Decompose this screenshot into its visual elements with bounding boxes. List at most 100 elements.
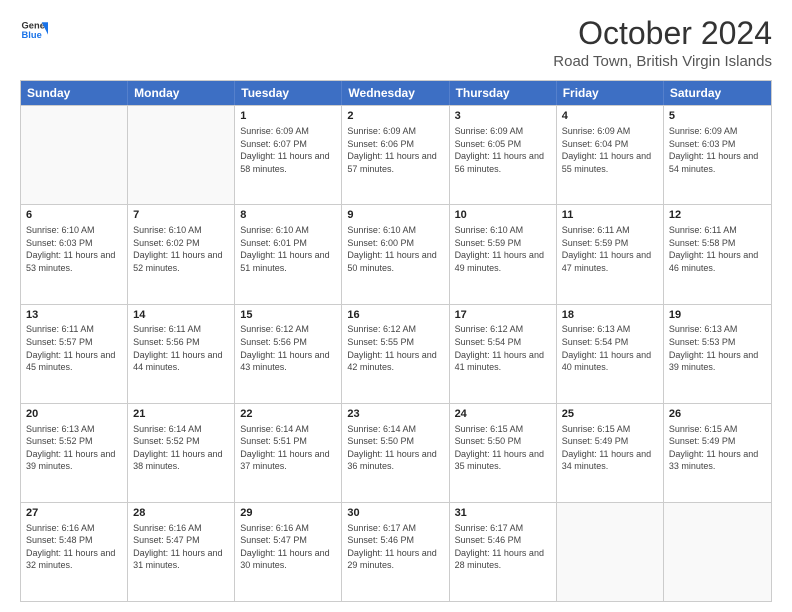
- day-number: 5: [669, 109, 766, 124]
- header-day-friday: Friday: [557, 81, 664, 105]
- day-cell-1: 1Sunrise: 6:09 AM Sunset: 6:07 PM Daylig…: [235, 106, 342, 204]
- header-day-saturday: Saturday: [664, 81, 771, 105]
- cell-info: Sunrise: 6:13 AM Sunset: 5:53 PM Dayligh…: [669, 323, 766, 373]
- day-cell-30: 30Sunrise: 6:17 AM Sunset: 5:46 PM Dayli…: [342, 503, 449, 601]
- cell-info: Sunrise: 6:10 AM Sunset: 6:01 PM Dayligh…: [240, 224, 336, 274]
- day-number: 3: [455, 109, 551, 124]
- header-day-thursday: Thursday: [450, 81, 557, 105]
- cell-info: Sunrise: 6:10 AM Sunset: 6:00 PM Dayligh…: [347, 224, 443, 274]
- day-number: 6: [26, 208, 122, 223]
- cell-info: Sunrise: 6:14 AM Sunset: 5:52 PM Dayligh…: [133, 423, 229, 473]
- day-number: 17: [455, 308, 551, 323]
- cell-info: Sunrise: 6:11 AM Sunset: 5:57 PM Dayligh…: [26, 323, 122, 373]
- cell-info: Sunrise: 6:12 AM Sunset: 5:54 PM Dayligh…: [455, 323, 551, 373]
- cell-info: Sunrise: 6:15 AM Sunset: 5:49 PM Dayligh…: [562, 423, 658, 473]
- day-number: 19: [669, 308, 766, 323]
- day-number: 28: [133, 506, 229, 521]
- day-cell-20: 20Sunrise: 6:13 AM Sunset: 5:52 PM Dayli…: [21, 404, 128, 502]
- cell-info: Sunrise: 6:14 AM Sunset: 5:51 PM Dayligh…: [240, 423, 336, 473]
- header-day-sunday: Sunday: [21, 81, 128, 105]
- calendar-row-3: 13Sunrise: 6:11 AM Sunset: 5:57 PM Dayli…: [21, 304, 771, 403]
- cell-info: Sunrise: 6:15 AM Sunset: 5:50 PM Dayligh…: [455, 423, 551, 473]
- cell-info: Sunrise: 6:13 AM Sunset: 5:54 PM Dayligh…: [562, 323, 658, 373]
- calendar-row-5: 27Sunrise: 6:16 AM Sunset: 5:48 PM Dayli…: [21, 502, 771, 601]
- calendar: SundayMondayTuesdayWednesdayThursdayFrid…: [20, 80, 772, 602]
- day-cell-23: 23Sunrise: 6:14 AM Sunset: 5:50 PM Dayli…: [342, 404, 449, 502]
- day-number: 12: [669, 208, 766, 223]
- day-cell-8: 8Sunrise: 6:10 AM Sunset: 6:01 PM Daylig…: [235, 205, 342, 303]
- day-number: 31: [455, 506, 551, 521]
- day-cell-24: 24Sunrise: 6:15 AM Sunset: 5:50 PM Dayli…: [450, 404, 557, 502]
- day-number: 1: [240, 109, 336, 124]
- cell-info: Sunrise: 6:16 AM Sunset: 5:47 PM Dayligh…: [240, 522, 336, 572]
- day-cell-28: 28Sunrise: 6:16 AM Sunset: 5:47 PM Dayli…: [128, 503, 235, 601]
- day-cell-5: 5Sunrise: 6:09 AM Sunset: 6:03 PM Daylig…: [664, 106, 771, 204]
- day-cell-19: 19Sunrise: 6:13 AM Sunset: 5:53 PM Dayli…: [664, 305, 771, 403]
- day-number: 9: [347, 208, 443, 223]
- day-number: 27: [26, 506, 122, 521]
- day-number: 15: [240, 308, 336, 323]
- empty-cell: [557, 503, 664, 601]
- day-number: 26: [669, 407, 766, 422]
- day-number: 30: [347, 506, 443, 521]
- day-cell-13: 13Sunrise: 6:11 AM Sunset: 5:57 PM Dayli…: [21, 305, 128, 403]
- cell-info: Sunrise: 6:12 AM Sunset: 5:55 PM Dayligh…: [347, 323, 443, 373]
- day-cell-22: 22Sunrise: 6:14 AM Sunset: 5:51 PM Dayli…: [235, 404, 342, 502]
- day-cell-16: 16Sunrise: 6:12 AM Sunset: 5:55 PM Dayli…: [342, 305, 449, 403]
- day-cell-26: 26Sunrise: 6:15 AM Sunset: 5:49 PM Dayli…: [664, 404, 771, 502]
- cell-info: Sunrise: 6:16 AM Sunset: 5:47 PM Dayligh…: [133, 522, 229, 572]
- cell-info: Sunrise: 6:09 AM Sunset: 6:04 PM Dayligh…: [562, 125, 658, 175]
- day-number: 16: [347, 308, 443, 323]
- cell-info: Sunrise: 6:11 AM Sunset: 5:58 PM Dayligh…: [669, 224, 766, 274]
- day-number: 18: [562, 308, 658, 323]
- day-cell-3: 3Sunrise: 6:09 AM Sunset: 6:05 PM Daylig…: [450, 106, 557, 204]
- cell-info: Sunrise: 6:09 AM Sunset: 6:05 PM Dayligh…: [455, 125, 551, 175]
- day-cell-4: 4Sunrise: 6:09 AM Sunset: 6:04 PM Daylig…: [557, 106, 664, 204]
- logo: General Blue: [20, 16, 48, 44]
- day-number: 25: [562, 407, 658, 422]
- header-day-monday: Monday: [128, 81, 235, 105]
- empty-cell: [664, 503, 771, 601]
- calendar-header: SundayMondayTuesdayWednesdayThursdayFrid…: [21, 81, 771, 105]
- day-number: 14: [133, 308, 229, 323]
- day-cell-17: 17Sunrise: 6:12 AM Sunset: 5:54 PM Dayli…: [450, 305, 557, 403]
- day-cell-12: 12Sunrise: 6:11 AM Sunset: 5:58 PM Dayli…: [664, 205, 771, 303]
- cell-info: Sunrise: 6:11 AM Sunset: 5:56 PM Dayligh…: [133, 323, 229, 373]
- day-number: 4: [562, 109, 658, 124]
- cell-info: Sunrise: 6:10 AM Sunset: 6:02 PM Dayligh…: [133, 224, 229, 274]
- day-number: 20: [26, 407, 122, 422]
- day-number: 13: [26, 308, 122, 323]
- cell-info: Sunrise: 6:11 AM Sunset: 5:59 PM Dayligh…: [562, 224, 658, 274]
- day-cell-25: 25Sunrise: 6:15 AM Sunset: 5:49 PM Dayli…: [557, 404, 664, 502]
- day-cell-15: 15Sunrise: 6:12 AM Sunset: 5:56 PM Dayli…: [235, 305, 342, 403]
- cell-info: Sunrise: 6:13 AM Sunset: 5:52 PM Dayligh…: [26, 423, 122, 473]
- calendar-row-1: 1Sunrise: 6:09 AM Sunset: 6:07 PM Daylig…: [21, 105, 771, 204]
- day-number: 7: [133, 208, 229, 223]
- empty-cell: [128, 106, 235, 204]
- day-number: 24: [455, 407, 551, 422]
- calendar-body: 1Sunrise: 6:09 AM Sunset: 6:07 PM Daylig…: [21, 105, 771, 601]
- day-cell-2: 2Sunrise: 6:09 AM Sunset: 6:06 PM Daylig…: [342, 106, 449, 204]
- day-cell-29: 29Sunrise: 6:16 AM Sunset: 5:47 PM Dayli…: [235, 503, 342, 601]
- day-cell-9: 9Sunrise: 6:10 AM Sunset: 6:00 PM Daylig…: [342, 205, 449, 303]
- header-day-tuesday: Tuesday: [235, 81, 342, 105]
- cell-info: Sunrise: 6:14 AM Sunset: 5:50 PM Dayligh…: [347, 423, 443, 473]
- cell-info: Sunrise: 6:09 AM Sunset: 6:03 PM Dayligh…: [669, 125, 766, 175]
- day-cell-11: 11Sunrise: 6:11 AM Sunset: 5:59 PM Dayli…: [557, 205, 664, 303]
- cell-info: Sunrise: 6:10 AM Sunset: 5:59 PM Dayligh…: [455, 224, 551, 274]
- cell-info: Sunrise: 6:17 AM Sunset: 5:46 PM Dayligh…: [455, 522, 551, 572]
- day-cell-18: 18Sunrise: 6:13 AM Sunset: 5:54 PM Dayli…: [557, 305, 664, 403]
- day-cell-14: 14Sunrise: 6:11 AM Sunset: 5:56 PM Dayli…: [128, 305, 235, 403]
- day-number: 11: [562, 208, 658, 223]
- cell-info: Sunrise: 6:09 AM Sunset: 6:06 PM Dayligh…: [347, 125, 443, 175]
- day-number: 22: [240, 407, 336, 422]
- day-number: 10: [455, 208, 551, 223]
- day-cell-27: 27Sunrise: 6:16 AM Sunset: 5:48 PM Dayli…: [21, 503, 128, 601]
- cell-info: Sunrise: 6:09 AM Sunset: 6:07 PM Dayligh…: [240, 125, 336, 175]
- day-cell-7: 7Sunrise: 6:10 AM Sunset: 6:02 PM Daylig…: [128, 205, 235, 303]
- day-cell-31: 31Sunrise: 6:17 AM Sunset: 5:46 PM Dayli…: [450, 503, 557, 601]
- day-number: 2: [347, 109, 443, 124]
- title-block: October 2024 Road Town, British Virgin I…: [553, 16, 772, 70]
- cell-info: Sunrise: 6:16 AM Sunset: 5:48 PM Dayligh…: [26, 522, 122, 572]
- subtitle: Road Town, British Virgin Islands: [553, 53, 772, 70]
